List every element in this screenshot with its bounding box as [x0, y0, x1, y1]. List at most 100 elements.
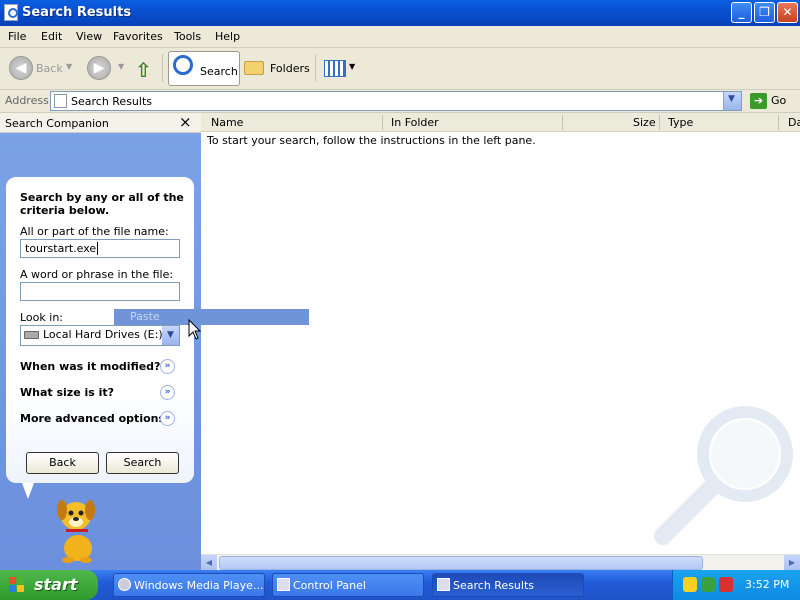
expand-chevron-icon[interactable]: » [160, 411, 175, 426]
back-button-label[interactable]: Back [36, 62, 63, 75]
maximize-button[interactable]: ❐ [754, 2, 775, 23]
back-dropdown-icon[interactable]: ▼ [66, 62, 72, 71]
column-name[interactable]: Name [211, 116, 243, 129]
scroll-left-icon[interactable]: ◀ [201, 555, 217, 571]
media-player-icon [118, 578, 131, 591]
scroll-right-icon[interactable]: ▶ [784, 555, 800, 571]
menu-favorites[interactable]: Favorites [113, 30, 163, 43]
toolbar: ◀ Back ▼ ▶ ▼ ⇧ Search Folders ▼ [0, 48, 800, 90]
window-title: Search Results [22, 5, 132, 20]
phrase-input[interactable] [20, 282, 180, 301]
windows-flag-icon [9, 577, 25, 593]
column-divider[interactable] [778, 115, 779, 130]
address-bar: Address Search Results ▼ ➔ Go [0, 90, 800, 113]
forward-dropdown-icon[interactable]: ▼ [118, 62, 124, 71]
filename-label: All or part of the file name: [20, 225, 169, 238]
address-value: Search Results [71, 95, 153, 108]
search-companion-pane: Search by any or all of the criteria bel… [0, 133, 201, 570]
start-button[interactable]: start [0, 570, 98, 600]
expand-chevron-icon[interactable]: » [160, 359, 175, 374]
search-button[interactable]: Search [106, 452, 179, 474]
search-results-icon [4, 4, 18, 21]
folders-button-label[interactable]: Folders [270, 62, 310, 75]
network-icon[interactable] [701, 577, 715, 592]
folders-icon[interactable] [244, 61, 264, 75]
search-watermark-icon [654, 406, 793, 545]
lookin-dropdown-icon[interactable]: ▼ [162, 326, 179, 345]
search-companion-header: Search Companion × [0, 113, 201, 133]
text-caret [97, 242, 99, 255]
task-label: Search Results [453, 579, 535, 592]
column-date[interactable]: Da [788, 116, 800, 129]
task-label: Control Panel [293, 579, 366, 592]
context-menu-paste[interactable]: Paste [114, 309, 309, 325]
explorer-window: Search Results _ ❐ ✕ File Edit View Favo… [0, 0, 800, 571]
magnifier-icon [173, 55, 193, 75]
search-results-icon [437, 578, 450, 591]
system-tray: 3:52 PM [672, 570, 800, 600]
up-folder-icon[interactable]: ⇧ [135, 58, 152, 82]
start-label: start [34, 575, 78, 594]
search-button-label: Search [200, 65, 238, 78]
address-dropdown-icon[interactable]: ▼ [723, 92, 741, 110]
taskbar: start Windows Media Playe... Control Pan… [0, 570, 800, 600]
security-shield-icon[interactable] [683, 577, 697, 592]
search-dog-icon [57, 500, 95, 563]
menu-tools[interactable]: Tools [174, 30, 201, 43]
toolbar-separator [315, 54, 316, 82]
size-section[interactable]: What size is it? [20, 386, 114, 399]
task-control-panel[interactable]: Control Panel [272, 573, 424, 597]
views-dropdown-icon[interactable]: ▼ [349, 62, 355, 71]
address-label: Address [5, 94, 49, 107]
back-button[interactable]: Back [26, 452, 99, 474]
views-icon[interactable] [324, 60, 346, 77]
menu-file[interactable]: File [8, 30, 26, 43]
modified-section[interactable]: When was it modified? [20, 360, 160, 373]
lookin-value: Local Hard Drives (E:) [43, 328, 163, 341]
go-arrow-icon[interactable]: ➔ [750, 93, 767, 109]
task-label: Windows Media Playe... [134, 579, 264, 592]
task-search-results[interactable]: Search Results [432, 573, 584, 597]
search-intro: Search by any or all of the criteria bel… [20, 191, 184, 217]
list-header: Name In Folder Size Type Da [201, 113, 800, 132]
column-divider[interactable] [382, 115, 383, 130]
results-list[interactable]: To start your search, follow the instruc… [201, 132, 800, 554]
hard-drive-icon [24, 331, 39, 339]
search-results-icon [54, 94, 67, 108]
filename-input[interactable]: tourstart.exe [20, 239, 180, 258]
lookin-label: Look in: [20, 311, 63, 324]
menu-view[interactable]: View [76, 30, 102, 43]
column-size[interactable]: Size [633, 116, 656, 129]
column-divider[interactable] [562, 115, 563, 130]
task-media-player[interactable]: Windows Media Playe... [113, 573, 265, 597]
mouse-cursor-icon [188, 319, 202, 340]
empty-results-message: To start your search, follow the instruc… [207, 134, 536, 147]
scroll-thumb[interactable] [219, 556, 703, 570]
expand-chevron-icon[interactable]: » [160, 385, 175, 400]
bubble-tail [22, 483, 34, 499]
menu-edit[interactable]: Edit [41, 30, 62, 43]
go-button[interactable]: Go [771, 94, 786, 107]
search-toolbar-button[interactable]: Search [168, 51, 240, 86]
phrase-label: A word or phrase in the file: [20, 268, 174, 281]
menu-help[interactable]: Help [215, 30, 240, 43]
security-alert-icon[interactable] [719, 577, 733, 592]
back-arrow-icon[interactable]: ◀ [9, 56, 33, 80]
advanced-section[interactable]: More advanced options [20, 412, 165, 425]
column-type[interactable]: Type [668, 116, 693, 129]
address-input[interactable]: Search Results ▼ [50, 91, 742, 111]
title-bar: Search Results _ ❐ ✕ [0, 0, 800, 26]
lookin-select[interactable]: Local Hard Drives (E:) ▼ [20, 325, 180, 346]
control-panel-icon [277, 578, 290, 591]
column-divider[interactable] [659, 115, 660, 130]
menu-bar: File Edit View Favorites Tools Help [0, 26, 800, 73]
horizontal-scrollbar[interactable]: ◀ ▶ [201, 554, 800, 571]
search-criteria-panel: Search by any or all of the criteria bel… [6, 177, 194, 483]
minimize-button[interactable]: _ [731, 2, 752, 23]
close-button[interactable]: ✕ [777, 2, 798, 23]
clock[interactable]: 3:52 PM [745, 578, 789, 591]
toolbar-separator [162, 54, 163, 82]
close-pane-icon[interactable]: × [179, 113, 192, 131]
forward-arrow-icon[interactable]: ▶ [87, 56, 111, 80]
column-in-folder[interactable]: In Folder [391, 116, 439, 129]
